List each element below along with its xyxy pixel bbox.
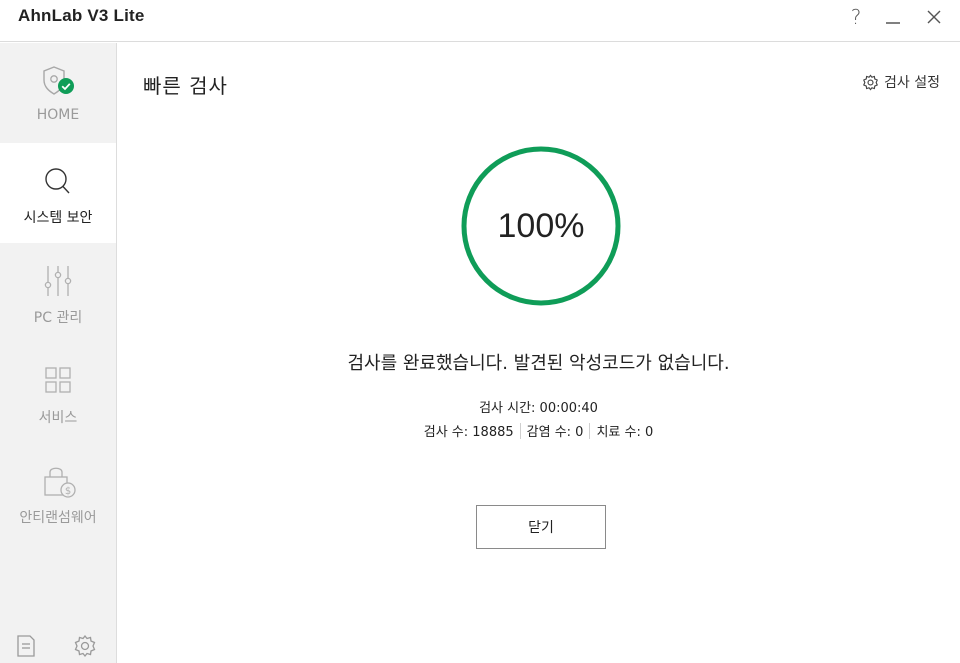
close-window-button[interactable] — [919, 4, 949, 30]
sidebar-item-anti-ransomware[interactable]: $ 안티랜섬웨어 — [0, 443, 116, 543]
title-bar: AhnLab V3 Lite ? — [0, 0, 960, 42]
close-icon — [927, 10, 941, 24]
minimize-icon — [886, 22, 900, 24]
sidebar-item-pc-management[interactable]: PC 관리 — [0, 243, 116, 343]
scanned-count: 검사 수: 18885 — [423, 425, 514, 440]
page-title: 빠른 검사 — [143, 74, 228, 98]
scan-time: 검사 시간: 00:00:40 — [479, 401, 598, 416]
infected-count: 감염 수: 0 — [526, 425, 584, 440]
result-message: 검사를 완료했습니다. 발견된 악성코드가 없습니다. — [347, 353, 730, 374]
sidebar-item-services[interactable]: 서비스 — [0, 343, 116, 443]
sliders-icon — [38, 263, 78, 299]
sidebar-item-label: 시스템 보안 — [23, 210, 93, 226]
app-title: AhnLab V3 Lite — [18, 6, 145, 25]
scan-stats: 검사 수: 18885 감염 수: 0 치료 수: 0 — [117, 421, 960, 440]
sidebar-item-label: PC 관리 — [33, 310, 83, 326]
cured-count: 치료 수: 0 — [596, 425, 654, 440]
minimize-button[interactable] — [878, 4, 908, 30]
document-icon[interactable] — [13, 633, 39, 659]
lock-dollar-icon: $ — [38, 463, 78, 499]
gear-icon[interactable] — [72, 633, 98, 659]
main-panel: 빠른 검사 검사 설정 100% 검사를 완료했습니다. 발견된 악성코드가 없… — [117, 43, 960, 663]
close-button[interactable]: 닫기 — [476, 505, 606, 549]
sidebar: HOME 시스템 보안 PC 관리 서비스 $ 안티랜섬웨어 — [0, 43, 117, 663]
sidebar-item-label: 서비스 — [38, 410, 78, 426]
divider — [519, 422, 521, 439]
grid-icon — [38, 363, 78, 399]
help-button[interactable]: ? — [841, 4, 871, 30]
divider — [589, 422, 591, 439]
sidebar-item-label: 안티랜섬웨어 — [19, 510, 97, 526]
sidebar-item-label: HOME — [36, 107, 80, 123]
gear-icon — [863, 74, 878, 90]
shield-check-icon — [38, 63, 78, 99]
sidebar-item-home[interactable]: HOME — [0, 43, 116, 143]
progress-percent: 100% — [497, 206, 585, 245]
scan-settings-label: 검사 설정 — [884, 75, 940, 91]
search-icon — [38, 163, 78, 199]
scan-settings-button[interactable]: 검사 설정 — [862, 72, 940, 92]
svg-text:$: $ — [65, 486, 71, 497]
sidebar-item-system-security[interactable]: 시스템 보안 — [0, 143, 116, 243]
